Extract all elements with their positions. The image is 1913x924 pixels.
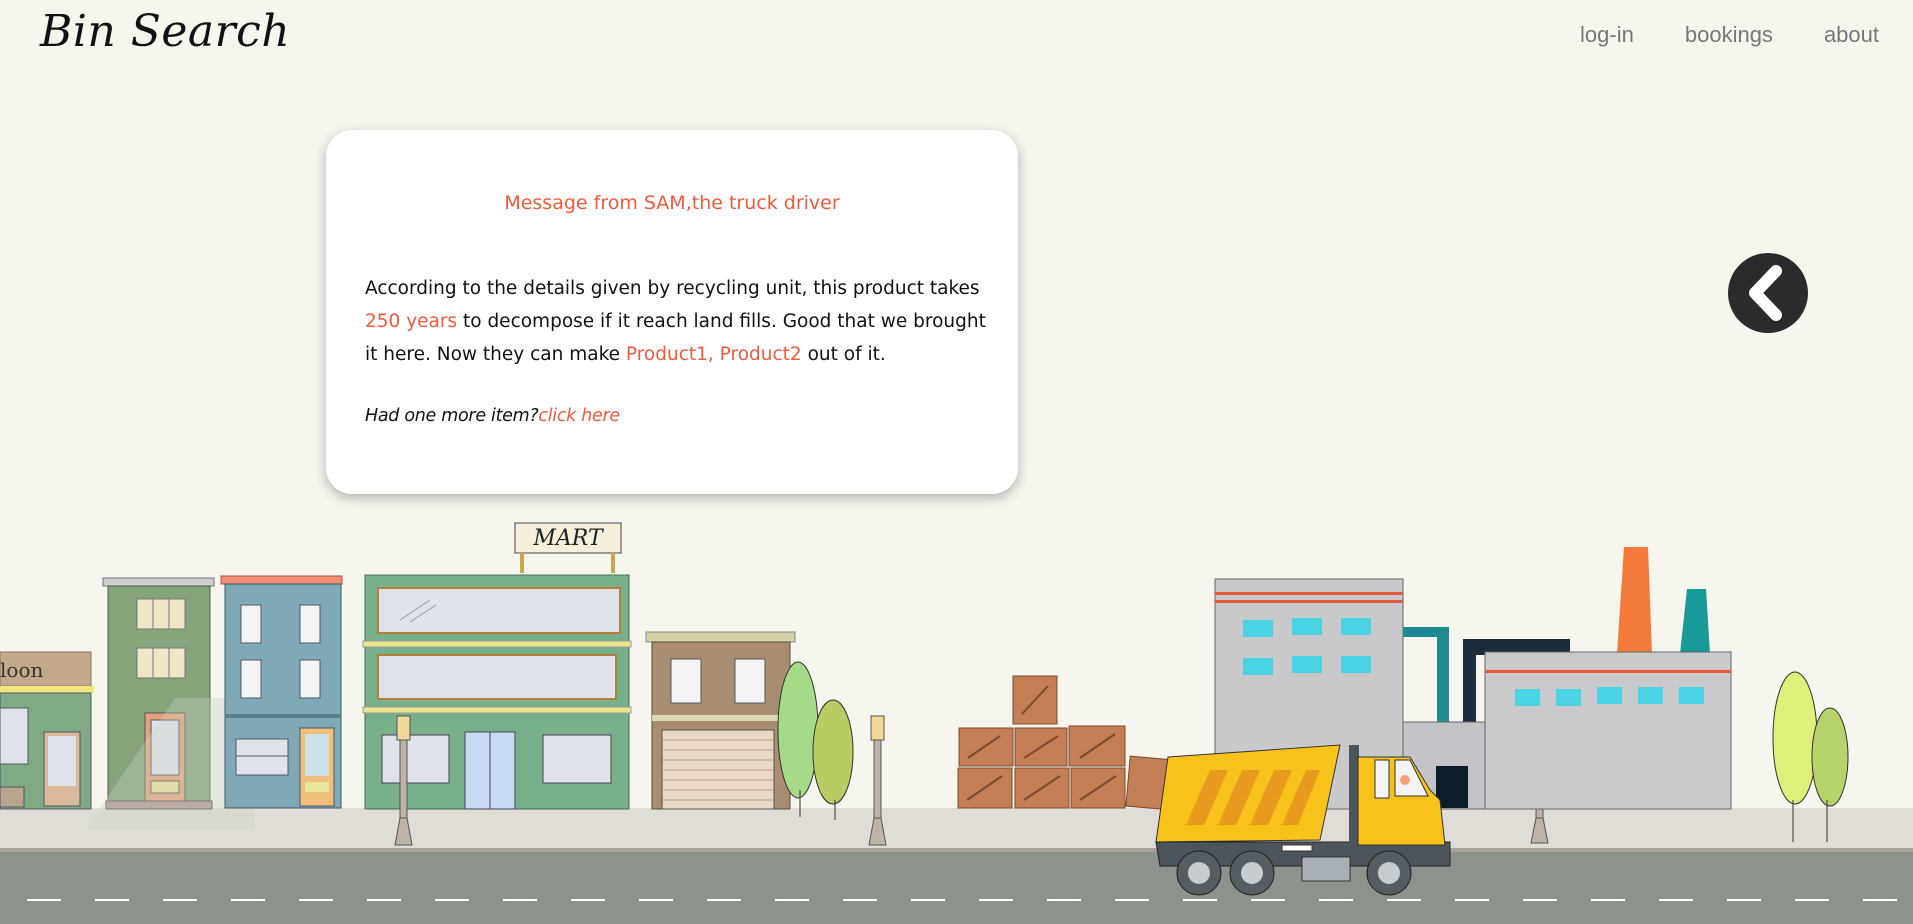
blue-building (220, 575, 343, 809)
more-item-text: Had one more item? (365, 406, 539, 426)
click-here-link[interactable]: click here (538, 406, 620, 426)
saloon-sign: loon (0, 658, 43, 682)
mart-sign: MART (532, 526, 605, 551)
message-card: Message from SAM,the truck driver Accord… (326, 130, 1018, 494)
message-line-4: out of it. (801, 344, 886, 365)
garage-building (645, 631, 796, 810)
message-line-3: here. Now they can make (383, 344, 626, 365)
message-title: Message from SAM,the truck driver (504, 192, 840, 214)
message-body: According to the details given by recycl… (365, 272, 990, 371)
product-list: Product1, Product2 (625, 344, 802, 365)
back-button[interactable] (1728, 253, 1808, 333)
road (0, 852, 1913, 924)
dump-truck (1155, 744, 1451, 896)
message-line-1: According to the details given by recycl… (365, 278, 980, 299)
chevron-left-icon (1749, 265, 1782, 321)
more-item-prompt: Had one more item?click here (365, 406, 620, 426)
decompose-years: 250 years (365, 311, 458, 332)
saloon-building: loon (0, 651, 94, 810)
